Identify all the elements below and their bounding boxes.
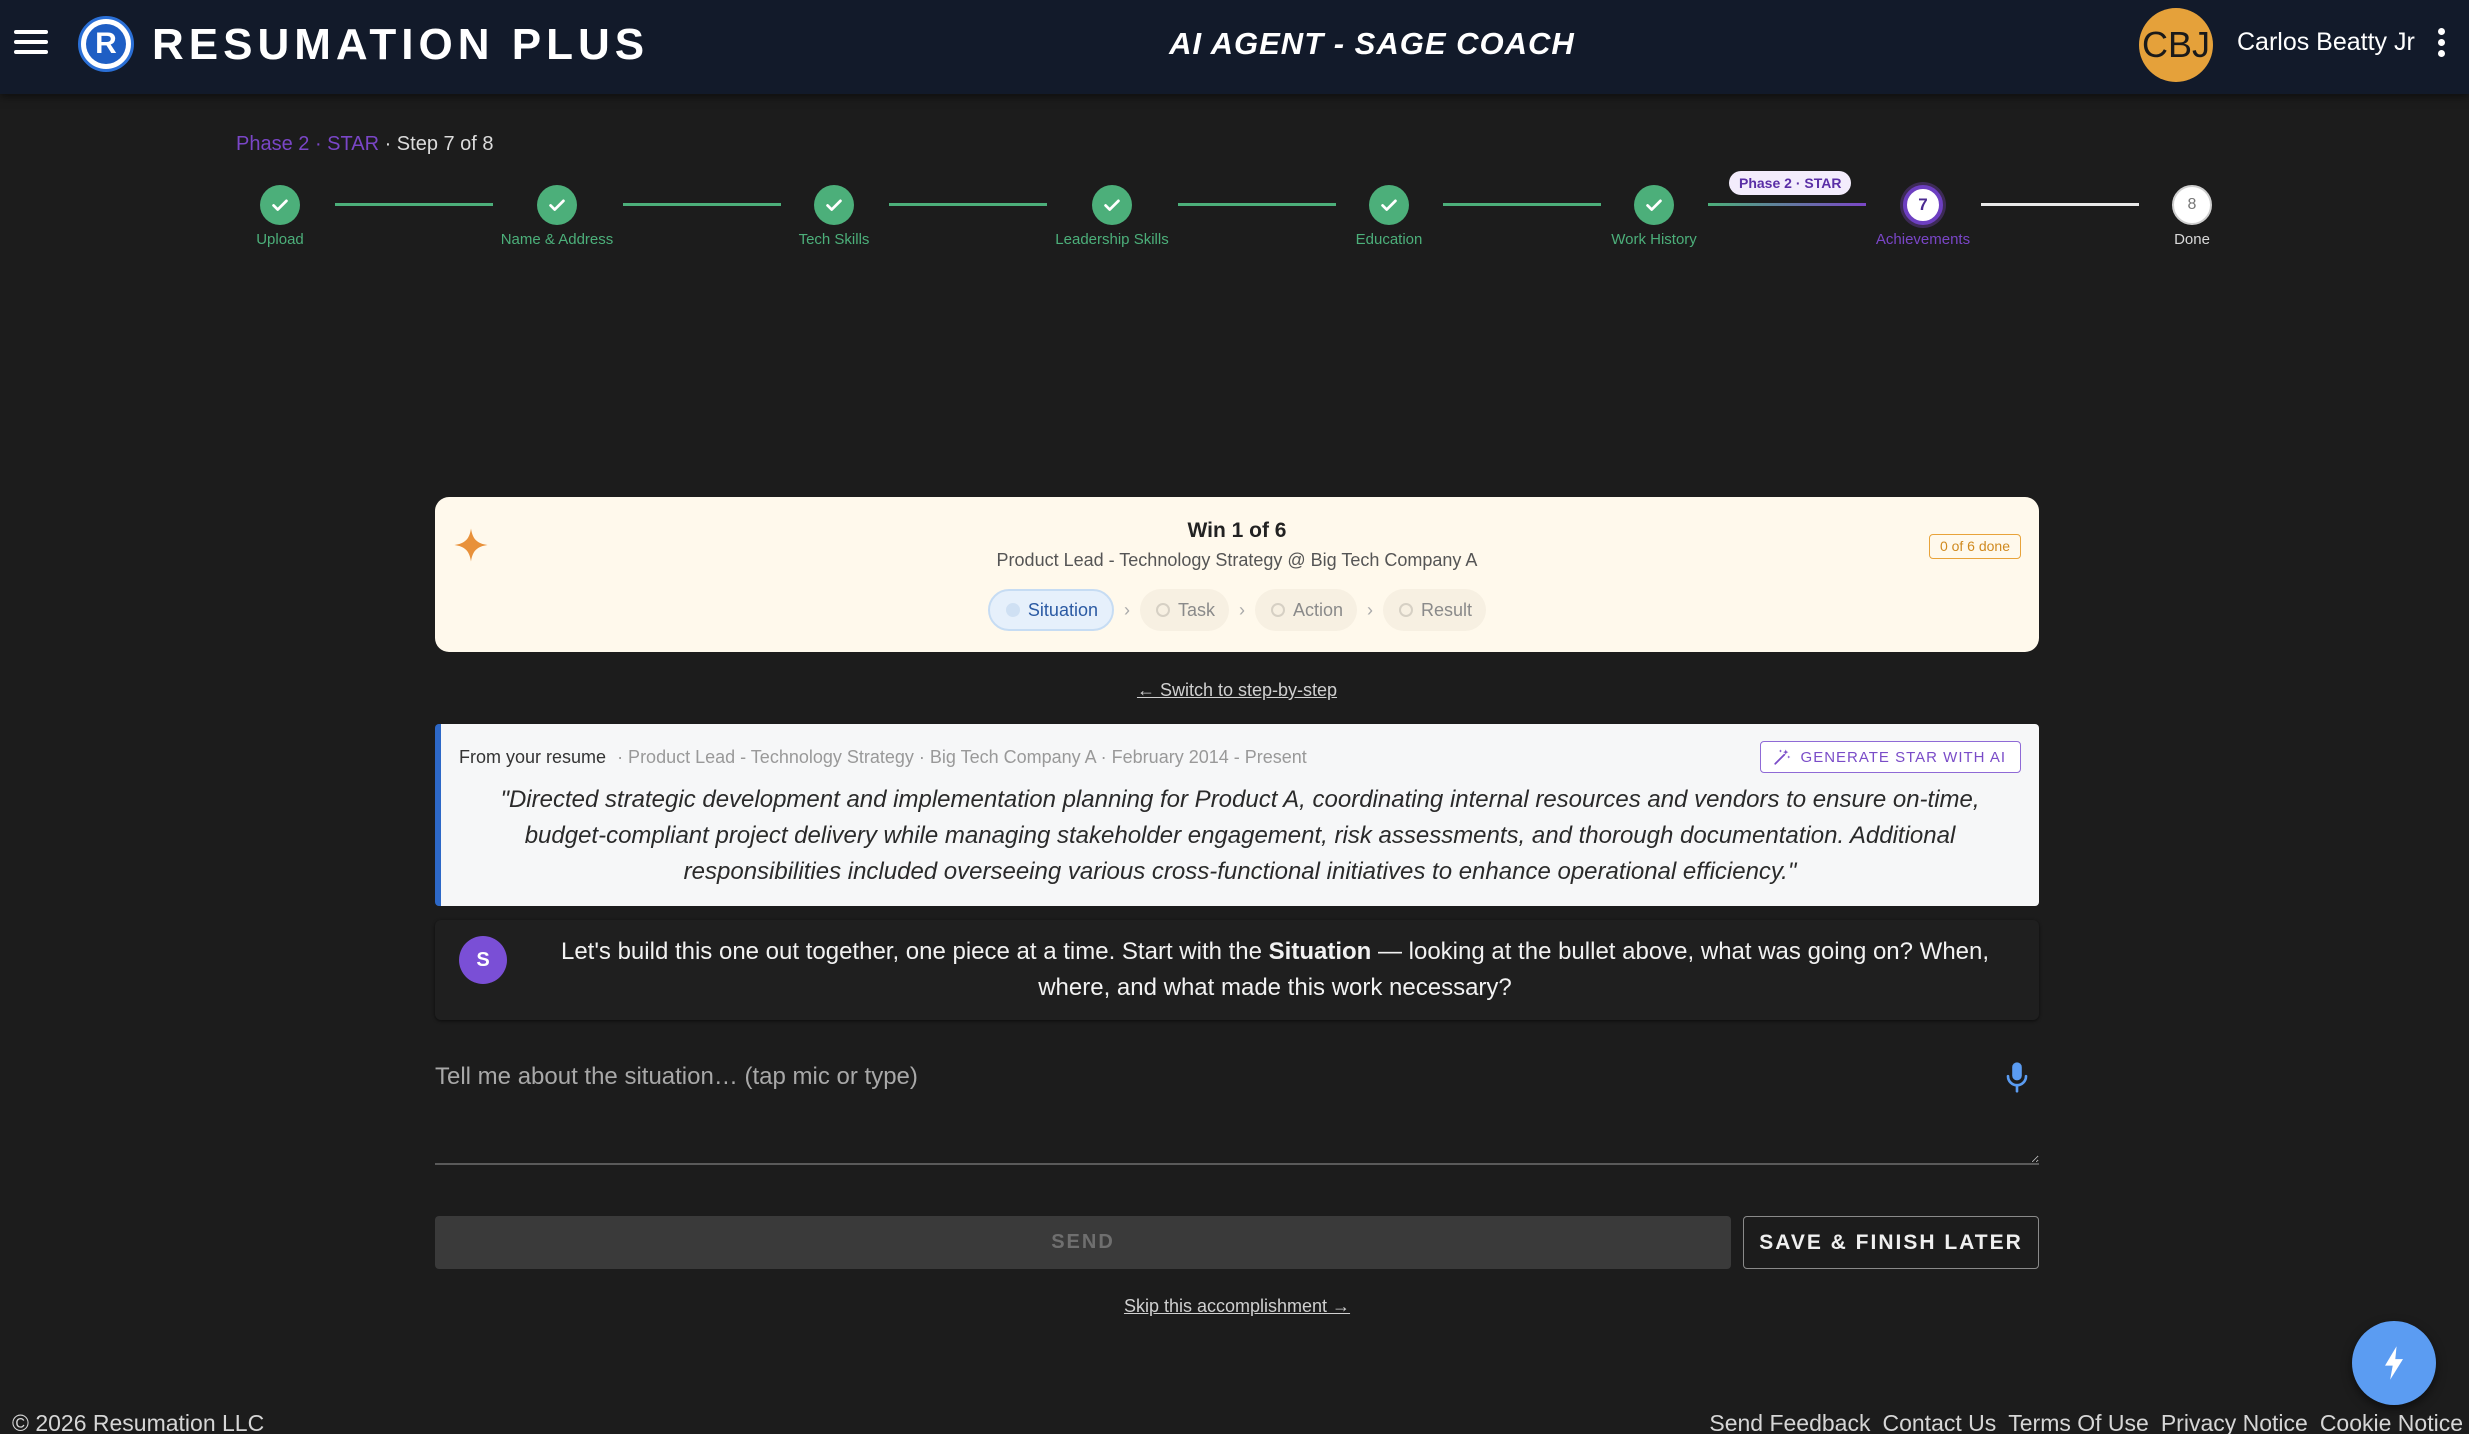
star-tab-label: Action	[1293, 599, 1344, 620]
step-label[interactable]: Name & Address	[447, 231, 667, 248]
check-icon	[272, 199, 288, 211]
stepper-connector	[1443, 203, 1601, 206]
step-education-node[interactable]	[1369, 185, 1409, 225]
resume-source-box: From your resume · Product Lead - Techno…	[435, 724, 2039, 906]
terms-of-use-link[interactable]: Terms Of Use	[2008, 1410, 2149, 1434]
switch-to-step-by-step-link[interactable]: ← Switch to step-by-step	[0, 680, 2469, 701]
footer-links: Send Feedback Contact Us Terms Of Use Pr…	[1709, 1410, 2463, 1434]
stepper-connector	[1708, 203, 1866, 206]
chevron-right-icon: ›	[1239, 599, 1245, 620]
check-icon	[1104, 199, 1120, 211]
win-subtitle: Product Lead - Technology Strategy @ Big…	[996, 550, 1478, 570]
star-tab-label: Task	[1177, 599, 1215, 620]
step-label[interactable]: Education	[1279, 231, 1499, 248]
lightning-bolt-icon	[2385, 1346, 2403, 1380]
save-finish-later-button[interactable]: SAVE & FINISH LATER	[1743, 1216, 2039, 1269]
generate-star-label: GENERATE STAR WITH AI	[1800, 748, 2006, 766]
status-dot-icon	[1155, 603, 1170, 617]
coach-message-intro: Let's build this one out together, one p…	[560, 938, 1269, 965]
resume-bullet-quote: "Directed strategic development and impl…	[500, 786, 1980, 885]
resume-source-meta: · Product Lead - Technology Strategy · B…	[617, 747, 1307, 767]
done-count-badge: 0 of 6 done	[1928, 534, 2021, 559]
status-dot-icon	[1271, 603, 1285, 617]
chevron-right-icon: ›	[1367, 599, 1374, 620]
generate-star-button[interactable]: GENERATE STAR WITH AI	[1759, 741, 2021, 773]
coach-message-text: Let's build this one out together, one p…	[535, 934, 2015, 1006]
star-tab-task[interactable]: Task	[1139, 589, 1229, 631]
stepper-connector	[1981, 203, 2139, 206]
privacy-notice-link[interactable]: Privacy Notice	[2161, 1410, 2308, 1434]
stepper-connector	[335, 203, 493, 206]
situation-reply-input[interactable]	[435, 1045, 2039, 1165]
quick-action-fab[interactable]	[2352, 1321, 2436, 1405]
star-tab-result[interactable]: Result	[1383, 589, 1487, 631]
resume-source-label: From your resume	[459, 747, 607, 767]
check-icon	[549, 199, 565, 211]
step-label[interactable]: Achievements	[1813, 231, 2033, 248]
cookie-notice-link[interactable]: Cookie Notice	[2320, 1410, 2463, 1434]
star-step-tabs: Situation › Task › Action › Result	[435, 589, 2039, 631]
win-card: Win 1 of 6 Product Lead - Technology Str…	[435, 497, 2039, 652]
step-label[interactable]: Done	[2082, 231, 2302, 248]
step-work-history-node[interactable]	[1634, 185, 1674, 225]
copyright-text: © 2026 Resumation LLC	[12, 1410, 265, 1434]
star-tab-action[interactable]: Action	[1255, 589, 1358, 631]
step-label[interactable]: Leadership Skills	[1002, 231, 1222, 248]
status-dot-icon	[1005, 603, 1020, 617]
star-tab-label: Result	[1421, 599, 1473, 620]
step-label[interactable]: Upload	[170, 231, 390, 248]
stepper-connector	[1178, 203, 1336, 206]
check-icon	[826, 199, 842, 211]
resume-source-header: From your resume · Product Lead - Techno…	[459, 747, 1307, 768]
star-tab-label: Situation	[1027, 599, 1098, 620]
progress-stepper: Phase 2 · STAR Upload Name & Address Tec…	[0, 0, 2469, 260]
stepper-connector	[889, 203, 1047, 206]
chevron-right-icon: ›	[1123, 599, 1130, 620]
step-done-node[interactable]: 8	[2172, 185, 2212, 225]
win-title: Win 1 of 6	[1187, 519, 1287, 542]
contact-us-link[interactable]: Contact Us	[1882, 1410, 1996, 1434]
step-tech-skills-node[interactable]	[814, 185, 854, 225]
coach-message-emphasis: Situation	[1268, 938, 1372, 965]
step-upload-node[interactable]	[260, 185, 300, 225]
send-feedback-link[interactable]: Send Feedback	[1709, 1410, 1870, 1434]
microphone-icon[interactable]	[2002, 1060, 2032, 1096]
step-achievements-node[interactable]: 7	[1903, 185, 1943, 225]
step-name-address-node[interactable]	[537, 185, 577, 225]
step-leadership-skills-node[interactable]	[1092, 185, 1132, 225]
status-dot-icon	[1399, 603, 1414, 617]
magic-wand-icon	[1773, 749, 1790, 765]
step-label[interactable]: Tech Skills	[724, 231, 944, 248]
stepper-connector	[623, 203, 781, 206]
check-icon	[1646, 199, 1662, 211]
phase-pill: Phase 2 · STAR	[1729, 171, 1852, 195]
coach-avatar: S	[459, 936, 507, 984]
step-label[interactable]: Work History	[1544, 231, 1764, 248]
skip-accomplishment-link[interactable]: Skip this accomplishment →	[0, 1296, 2469, 1317]
check-icon	[1381, 199, 1397, 211]
star-tab-situation[interactable]: Situation	[987, 589, 1114, 631]
coach-message: S Let's build this one out together, one…	[435, 920, 2039, 1020]
send-button[interactable]: SEND	[435, 1216, 1731, 1269]
